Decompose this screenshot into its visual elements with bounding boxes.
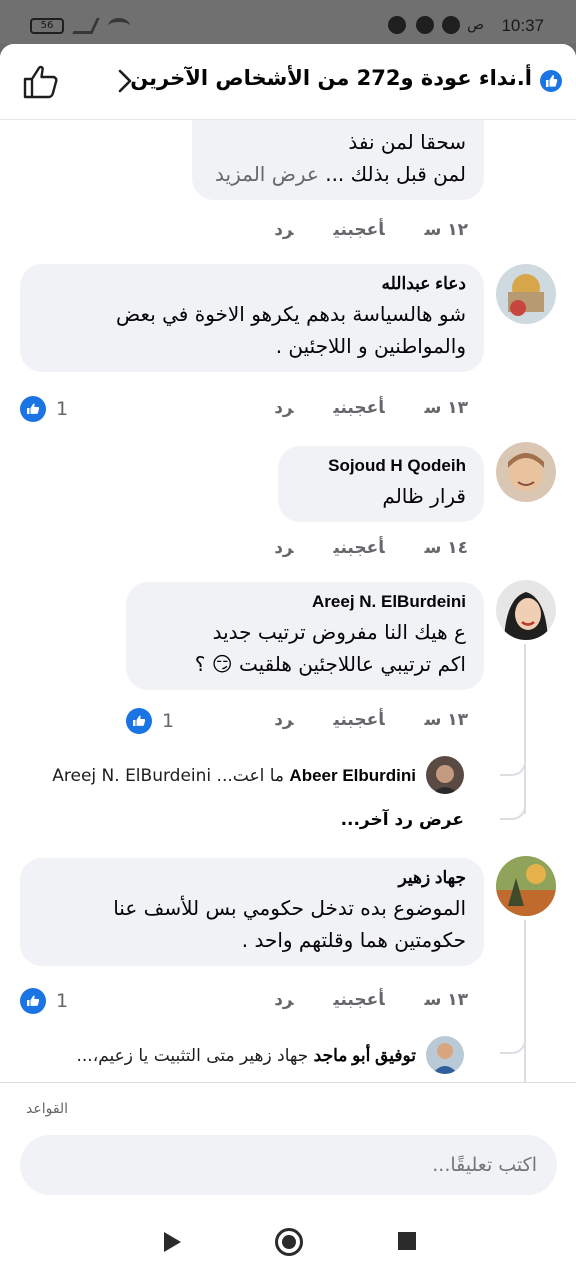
comment-bubble[interactable]: Areej N. ElBurdeini ع هيك النا مفروض ترت…: [126, 582, 484, 690]
reply-text: جهاد زهير متى التثبيت يا زعيم،...: [76, 1046, 309, 1066]
reply-button[interactable]: رد: [274, 398, 293, 418]
sheet-header: أ.نداء عودة و272 من الأشخاص الآخرين: [0, 44, 576, 120]
reply-avatar[interactable]: [426, 1036, 464, 1074]
wifi-icon: [108, 18, 130, 34]
avatar[interactable]: [496, 264, 556, 324]
reaction-count[interactable]: 1: [126, 708, 174, 734]
reaction-count[interactable]: 1: [20, 988, 68, 1014]
status-time: 10:37: [501, 16, 544, 35]
app-icon: [442, 16, 460, 34]
reactions-summary-title[interactable]: أ.نداء عودة و272 من الأشخاص الآخرين: [130, 66, 532, 90]
like-button[interactable]: أعجبني: [334, 990, 385, 1010]
comment-author[interactable]: Areej N. ElBurdeini: [144, 592, 466, 612]
view-more-replies-link[interactable]: عرض رد آخر...: [341, 810, 464, 830]
like-button[interactable]: أعجبني: [334, 710, 385, 730]
comment-text-cont: لمن قبل بذلك ...: [325, 162, 466, 186]
comment-actions: ١٤ س أعجبني رد: [234, 538, 468, 558]
comments-sheet: أ.نداء عودة و272 من الأشخاص الآخرين سحقا…: [0, 44, 576, 1280]
notification-icon: [388, 16, 406, 34]
comment-time: ١٣ س: [424, 710, 468, 730]
square-stop-icon[interactable]: [398, 1232, 416, 1250]
reaction-count[interactable]: 1: [20, 396, 68, 422]
comment-actions: ١٢ س أعجبني رد: [234, 220, 468, 240]
comment-bubble[interactable]: دعاء عبدالله شو هالسياسة بدهم يكرهو الاخ…: [20, 264, 484, 372]
reply-connector: [500, 776, 526, 820]
comment-input-wrapper[interactable]: [20, 1135, 557, 1195]
reply-button[interactable]: رد: [274, 220, 293, 240]
comment-bubble[interactable]: Sojoud H Qodeih قرار ظالم: [278, 446, 484, 522]
chevron-right-icon[interactable]: [110, 64, 140, 98]
reply-author[interactable]: توفيق أبو ماجد: [314, 1046, 416, 1065]
comment-time: ١٣ س: [424, 990, 468, 1010]
comment-actions: ١٣ س أعجبني رد: [234, 398, 468, 418]
reply-button[interactable]: رد: [274, 710, 293, 730]
comment-text: ع هيك النا مفروض ترتيب جديد: [212, 620, 466, 644]
signal-icon: [72, 18, 100, 34]
like-button[interactable]: أعجبني: [334, 220, 385, 240]
comment-text: قرار ظالم: [382, 484, 466, 508]
reply-preview[interactable]: Abeer Elburdini ما اعت... Areej N. ElBur…: [52, 766, 416, 786]
comment-text: الموضوع بده تدخل حكومي بس للأسف عنا: [113, 896, 466, 920]
avatar[interactable]: [496, 580, 556, 640]
comment-time: ١٤ س: [424, 538, 468, 558]
like-reaction-icon: [20, 988, 46, 1014]
comment-text-line2: والمواطنين و اللاجئين .: [275, 334, 466, 358]
reply-connector: [500, 1008, 526, 1054]
whatsapp-icon: [416, 16, 434, 34]
reply-button[interactable]: رد: [274, 538, 293, 558]
like-reaction-icon: [20, 396, 46, 422]
comment-author[interactable]: دعاء عبدالله: [38, 274, 466, 294]
like-button[interactable]: أعجبني: [334, 398, 385, 418]
reaction-number: 1: [56, 398, 69, 420]
status-bar: 56 ص 10:37: [0, 0, 576, 44]
reply-avatar[interactable]: [426, 756, 464, 794]
like-button[interactable]: أعجبني: [334, 538, 385, 558]
rules-link[interactable]: القواعد: [26, 1101, 68, 1117]
comment-time: ١٢ س: [424, 220, 468, 240]
status-ampm: ص: [467, 17, 484, 33]
battery-icon: 56: [30, 18, 64, 34]
comment-composer: القواعد: [0, 1082, 576, 1202]
comment-author[interactable]: Sojoud H Qodeih: [296, 456, 466, 476]
like-reaction-icon: [126, 708, 152, 734]
status-left: 56: [30, 18, 130, 34]
comment-text-line2: اكم ترتيبي عاللاجئين هلقيت 😏 ؟: [194, 652, 466, 676]
avatar[interactable]: [496, 442, 556, 502]
comment-text-line2: حكومتين هما وقلتهم واحد .: [241, 928, 466, 952]
reaction-number: 1: [56, 990, 69, 1012]
reply-text: ما اعت... Areej N. ElBurdeini: [52, 766, 285, 786]
reply-connector: [500, 726, 526, 776]
comment-text: سحقا لمن نفذ: [348, 130, 466, 154]
reply-preview[interactable]: توفيق أبو ماجد جهاد زهير متى التثبيت يا …: [77, 1046, 417, 1066]
avatar[interactable]: [496, 856, 556, 916]
system-nav-bar: [0, 1202, 576, 1280]
reply-author[interactable]: Abeer Elburdini: [289, 766, 416, 785]
home-circle-icon[interactable]: [275, 1228, 303, 1256]
comment-text-line2: لمن قبل بذلك ... عرض المزيد: [210, 158, 466, 190]
comment-time: ١٣ س: [424, 398, 468, 418]
see-more-link[interactable]: عرض المزيد: [215, 162, 319, 186]
thread-line: [524, 920, 526, 1090]
comment-text: شو هالسياسة بدهم يكرهو الاخوة في بعض: [116, 302, 466, 326]
comment-author[interactable]: جهاد زهير: [38, 868, 466, 888]
comment-bubble[interactable]: سحقا لمن نفذ لمن قبل بذلك ... عرض المزيد: [192, 116, 484, 200]
recents-play-icon[interactable]: [164, 1232, 181, 1252]
like-reaction-icon: [540, 70, 562, 92]
thumbs-up-icon[interactable]: [20, 60, 62, 102]
comment-bubble[interactable]: جهاد زهير الموضوع بده تدخل حكومي بس للأس…: [20, 858, 484, 966]
comment-input[interactable]: [20, 1135, 557, 1195]
reaction-number: 1: [162, 710, 175, 732]
comment-actions: ١٣ س أعجبني رد: [234, 990, 468, 1010]
reply-button[interactable]: رد: [274, 990, 293, 1010]
comment-actions: ١٣ س أعجبني رد: [234, 710, 468, 730]
